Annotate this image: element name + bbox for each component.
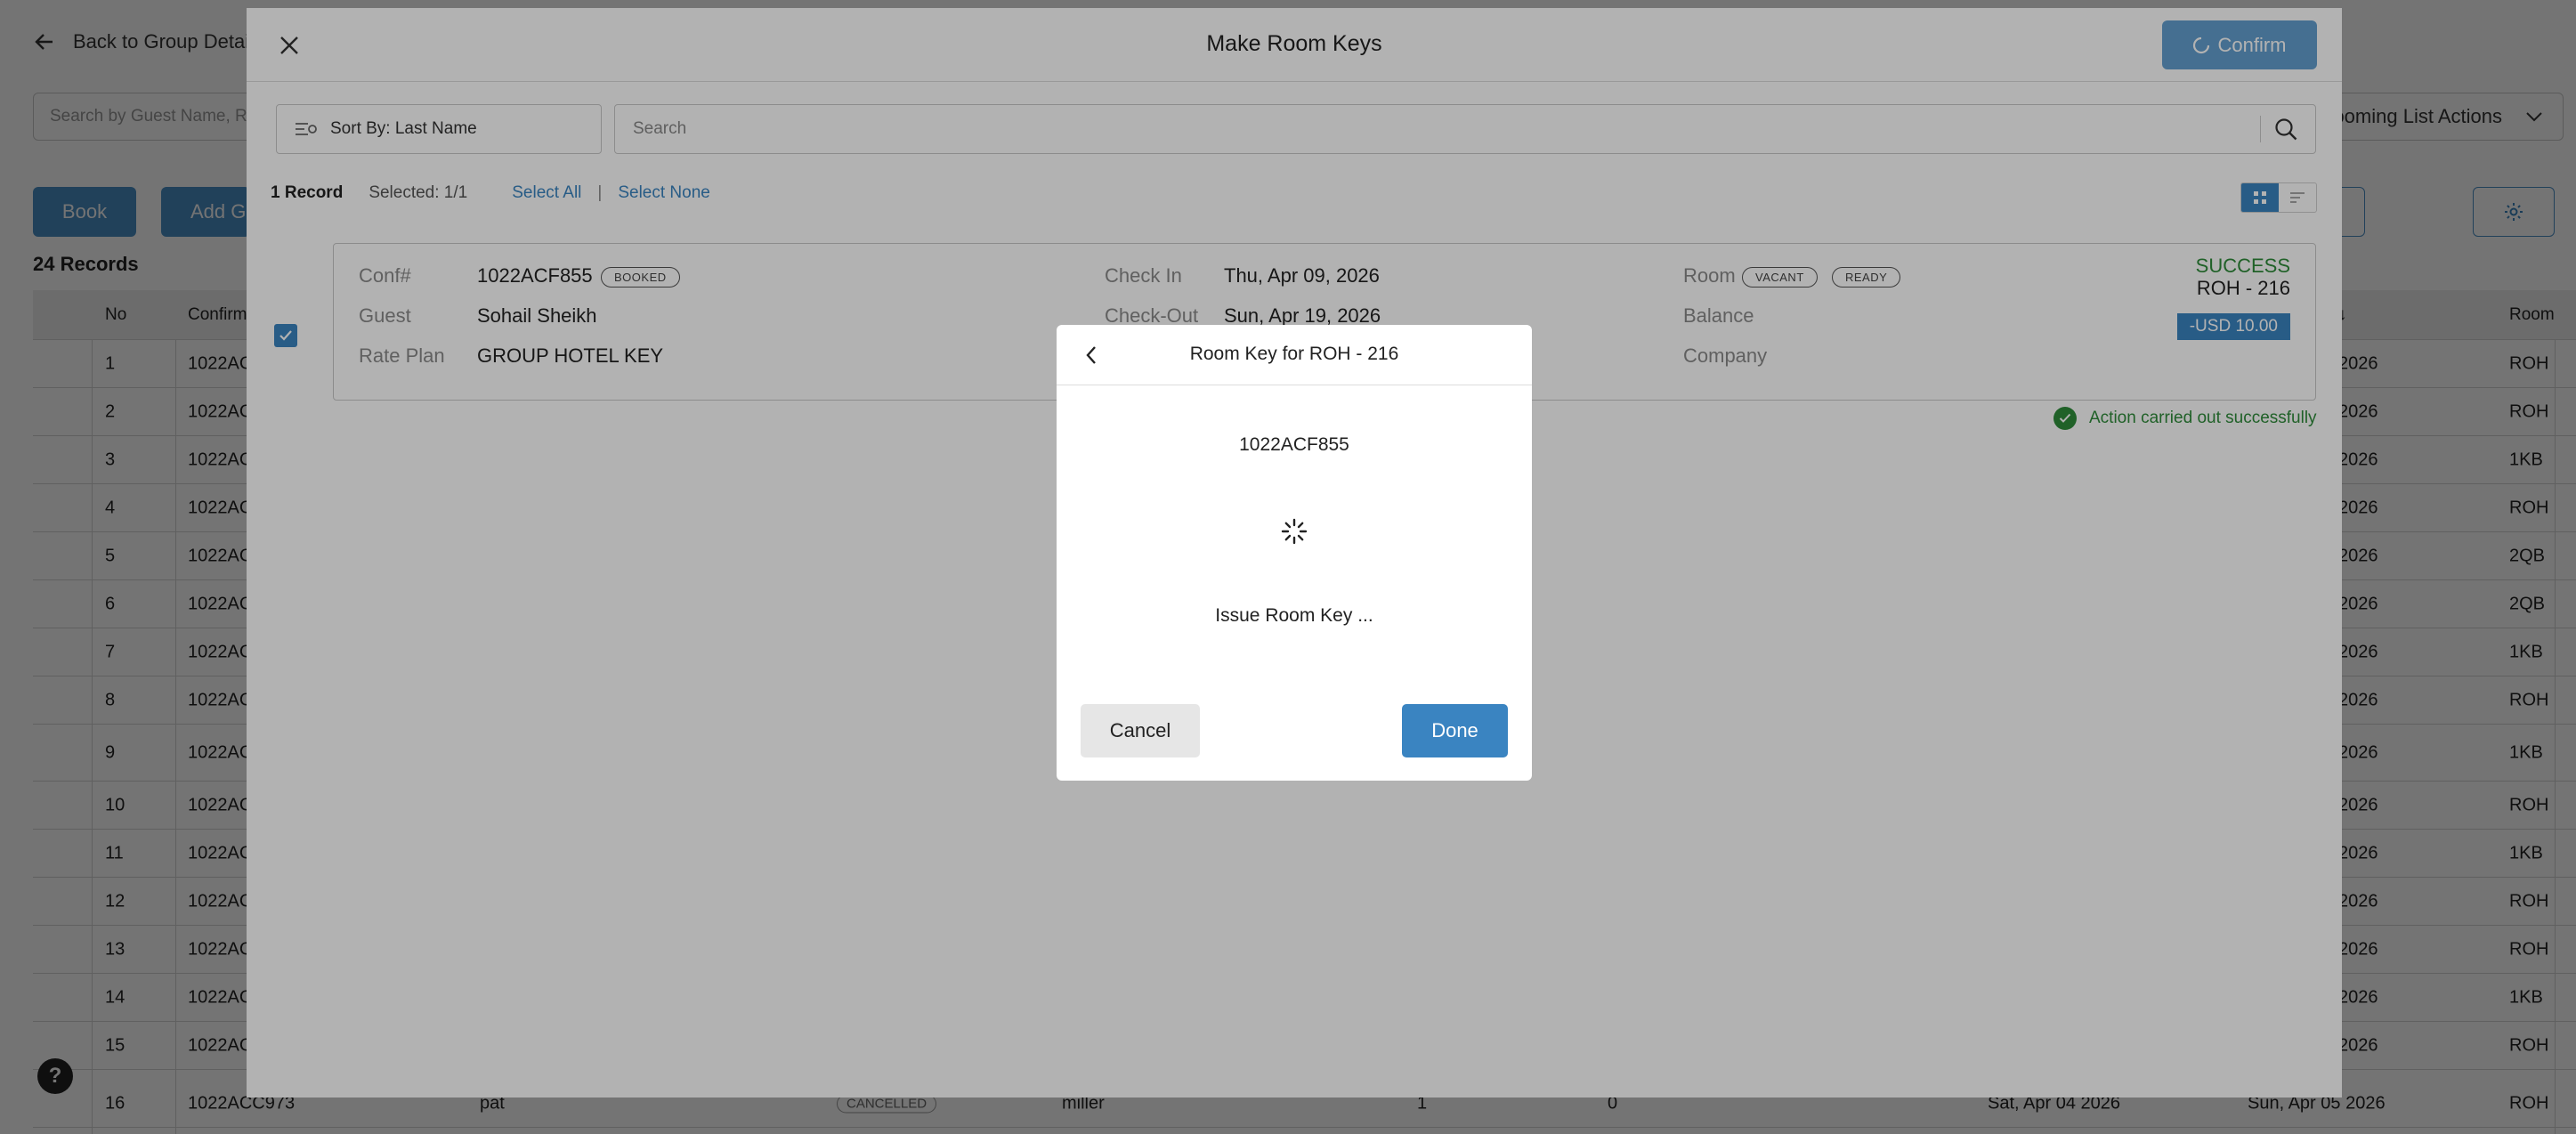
done-button[interactable]: Done bbox=[1402, 704, 1508, 757]
dialog-header: Room Key for ROH - 216 bbox=[1057, 325, 1532, 385]
dialog-conf-number: 1022ACF855 bbox=[1239, 434, 1349, 455]
loading-spinner-icon bbox=[1281, 518, 1308, 545]
dialog-status-text: Issue Room Key ... bbox=[1215, 605, 1373, 626]
room-key-dialog: Room Key for ROH - 216 1022ACF855 Issue … bbox=[1057, 325, 1532, 781]
dialog-title: Room Key for ROH - 216 bbox=[1189, 344, 1399, 364]
cancel-button[interactable]: Cancel bbox=[1081, 704, 1200, 757]
